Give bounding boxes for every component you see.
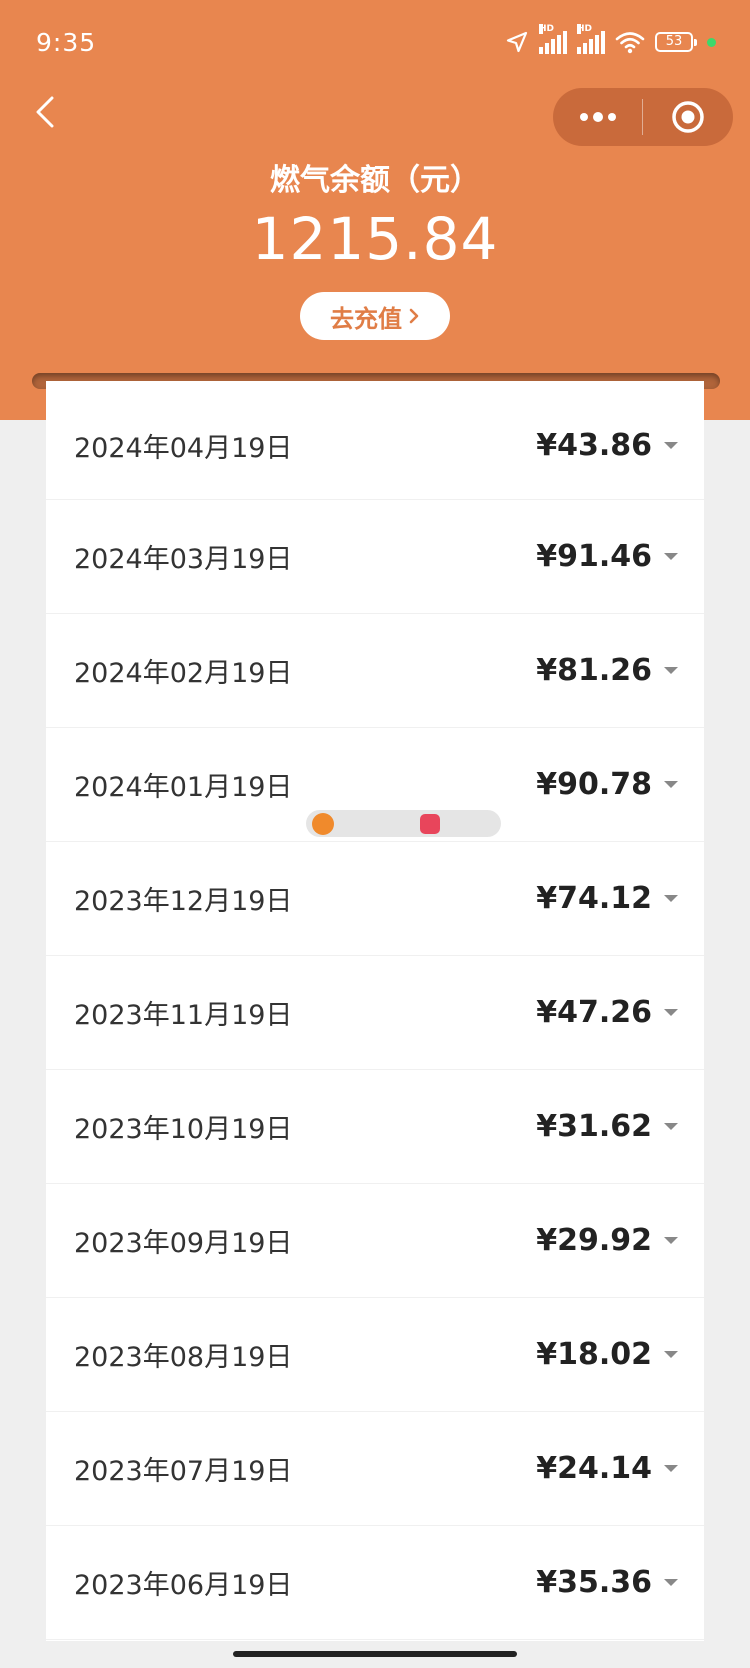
watermark-logo-icon [420, 813, 440, 834]
hd-signal-icon: HD [539, 24, 567, 54]
record-row[interactable]: 2024年04月19日 ¥43.86 [46, 381, 704, 500]
record-row[interactable]: 2024年03月19日 ¥91.46 [46, 500, 704, 614]
balance-label: 燃气余额（元） [270, 163, 480, 198]
record-date: 2023年07月19日 [74, 1456, 293, 1487]
chevron-left-icon [36, 96, 54, 128]
caret-down-icon[interactable] [664, 667, 678, 674]
record-row[interactable]: 2023年09月19日 ¥29.92 [46, 1184, 704, 1298]
status-bar: 9:35 HD HD 53 [0, 0, 750, 90]
caret-down-icon[interactable] [664, 1465, 678, 1472]
home-indicator[interactable] [233, 1651, 517, 1657]
record-row[interactable]: 2023年11月19日 ¥47.26 [46, 956, 704, 1070]
payment-record-list: 2024年04月19日 ¥43.86 2024年03月19日 ¥91.46 20… [46, 381, 704, 1641]
record-amount: ¥35.36 [536, 1565, 652, 1600]
caret-down-icon[interactable] [664, 441, 678, 449]
record-date: 2024年03月19日 [74, 544, 293, 575]
battery-icon: 53 [655, 32, 697, 52]
chevron-right-icon [409, 308, 419, 324]
record-date: 2023年12月19日 [74, 886, 293, 917]
location-arrow-icon [506, 31, 528, 53]
caret-down-icon[interactable] [664, 553, 678, 560]
target-close-icon [671, 101, 704, 133]
privacy-indicator-dot [707, 37, 716, 47]
record-row[interactable]: 2023年06月19日 ¥35.36 [46, 1526, 704, 1640]
more-button[interactable] [553, 88, 642, 146]
recharge-label: 去充值 [330, 304, 402, 333]
caret-down-icon[interactable] [664, 781, 678, 788]
wifi-icon [615, 32, 645, 54]
record-date: 2023年09月19日 [74, 1228, 293, 1259]
record-date: 2024年04月19日 [74, 432, 293, 464]
close-miniprogram-button[interactable] [643, 88, 732, 146]
caret-down-icon[interactable] [664, 1009, 678, 1016]
record-amount: ¥43.86 [536, 427, 652, 463]
watermark-logo-icon [312, 812, 334, 835]
record-date: 2023年08月19日 [74, 1342, 293, 1373]
miniprogram-capsule [553, 88, 733, 146]
record-amount: ¥18.02 [536, 1337, 652, 1372]
record-amount: ¥29.92 [536, 1223, 652, 1258]
status-time: 9:35 [36, 28, 97, 57]
header: 9:35 HD HD 53 燃气余额（元） 1215.84 去充值 [0, 0, 750, 420]
caret-down-icon[interactable] [664, 1579, 678, 1586]
watermark-logo [306, 810, 501, 837]
record-date: 2024年01月19日 [74, 772, 293, 803]
caret-down-icon[interactable] [664, 1351, 678, 1358]
record-date: 2023年11月19日 [74, 1000, 293, 1031]
hd-signal-icon: HD [577, 24, 605, 54]
record-row[interactable]: 2023年07月19日 ¥24.14 [46, 1412, 704, 1526]
record-amount: ¥47.26 [536, 995, 652, 1030]
record-amount: ¥74.12 [536, 881, 652, 916]
record-amount: ¥91.46 [536, 539, 652, 574]
record-date: 2024年02月19日 [74, 658, 293, 689]
back-button[interactable] [28, 92, 68, 132]
caret-down-icon[interactable] [664, 1123, 678, 1130]
more-dots-icon [579, 112, 616, 122]
record-row[interactable]: 2023年12月19日 ¥74.12 [46, 842, 704, 956]
record-date: 2023年06月19日 [74, 1570, 293, 1601]
record-date: 2023年10月19日 [74, 1114, 293, 1145]
record-row[interactable]: 2024年02月19日 ¥81.26 [46, 614, 704, 728]
record-row[interactable]: 2023年10月19日 ¥31.62 [46, 1070, 704, 1184]
record-amount: ¥24.14 [536, 1451, 652, 1486]
record-amount: ¥90.78 [536, 767, 652, 802]
status-icons: HD HD 53 [505, 24, 716, 54]
caret-down-icon[interactable] [664, 895, 678, 902]
record-amount: ¥81.26 [536, 653, 652, 688]
balance-value: 1215.84 [251, 205, 499, 273]
recharge-button[interactable]: 去充值 [300, 292, 450, 340]
caret-down-icon[interactable] [664, 1237, 678, 1244]
record-amount: ¥31.62 [536, 1109, 652, 1144]
record-row[interactable]: 2023年08月19日 ¥18.02 [46, 1298, 704, 1412]
